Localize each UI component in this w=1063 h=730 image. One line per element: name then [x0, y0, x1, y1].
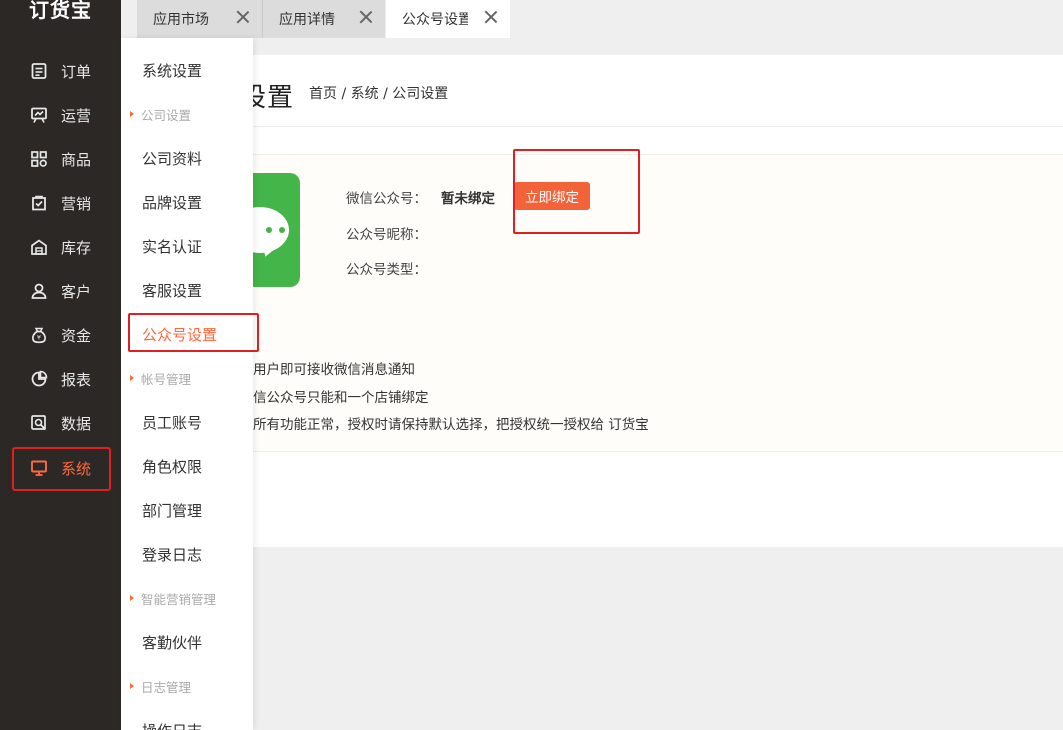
submenu-item-system-settings[interactable]: 系统设置	[121, 48, 253, 92]
close-icon[interactable]	[484, 10, 498, 24]
sidebar-item-label: 系统	[61, 459, 92, 478]
close-icon[interactable]	[236, 10, 250, 24]
sidebar-item-customer[interactable]: 客户	[0, 269, 121, 313]
breadcrumb: 首页 / 系统 / 公司设置	[309, 86, 449, 102]
sidebar-item-label: 订单	[61, 62, 92, 81]
sidebar-item-warehouse[interactable]: 库存	[0, 225, 121, 269]
sidebar-item-label: 客户	[61, 282, 92, 301]
sidebar-item-system[interactable]: 系统	[0, 446, 121, 490]
tab-label: 应用详情	[279, 12, 335, 28]
wechat-nickname-label: 公众号昵称：	[346, 227, 427, 243]
caret-right-icon	[130, 375, 134, 381]
sidebar-item-label: 数据	[61, 414, 92, 433]
caret-right-icon	[130, 111, 134, 117]
sidebar-item-operation[interactable]: 运营	[0, 93, 121, 137]
submenu-group-company: 公司设置	[121, 92, 253, 136]
sidebar-item-data[interactable]: 数据	[0, 401, 121, 445]
sidebar-item-funds[interactable]: ¥ 资金	[0, 313, 121, 357]
submenu-item-staff-account[interactable]: 员工账号	[121, 400, 253, 444]
sidebar-item-label: 报表	[61, 370, 92, 389]
monitor-icon	[30, 459, 48, 477]
submenu-item-real-name[interactable]: 实名认证	[121, 224, 253, 268]
submenu-item-brand-settings[interactable]: 品牌设置	[121, 180, 253, 224]
marketing-icon	[30, 194, 48, 212]
submenu-group-log: 日志管理	[121, 664, 253, 708]
submenu-group-smart-marketing: 智能营销管理	[121, 576, 253, 620]
money-bag-icon: ¥	[30, 326, 48, 344]
sidebar-item-order[interactable]: 订单	[0, 49, 121, 93]
wechat-binding-panel: 微信公众号： 暂未绑定 立即绑定 公众号昵称： 公众号类型： 用户即可接收微信消…	[253, 149, 1063, 452]
divider	[253, 126, 1063, 127]
note-line: 信公众号只能和一个店铺绑定	[253, 390, 429, 406]
sidebar-item-report[interactable]: 报表	[0, 357, 121, 401]
tab-app-detail[interactable]: 应用详情	[262, 0, 385, 38]
submenu-item-login-log[interactable]: 登录日志	[121, 532, 253, 576]
operation-icon	[30, 106, 48, 124]
submenu-group-account: 帐号管理	[121, 356, 253, 400]
wechat-type-label: 公众号类型：	[346, 262, 427, 278]
order-icon	[30, 62, 48, 80]
submenu-item-wechat-settings[interactable]: 公众号设置	[121, 312, 253, 356]
sidebar-item-label: 库存	[61, 238, 92, 257]
sidebar-item-label: 运营	[61, 106, 92, 125]
note-line: 所有功能正常，授权时请保持默认选择，把授权统一授权给 订货宝	[253, 417, 649, 433]
submenu-group-label: 智能营销管理	[141, 591, 217, 607]
submenu-group-label: 公司设置	[141, 107, 192, 123]
submenu-group-label: 日志管理	[141, 679, 192, 695]
system-submenu: 系统设置 公司设置 公司资料 品牌设置 实名认证 客服设置 公众号设置 帐号管理…	[121, 38, 259, 730]
submenu-item-customer-service[interactable]: 客服设置	[121, 268, 253, 312]
caret-right-icon	[130, 595, 134, 601]
submenu-item-department[interactable]: 部门管理	[121, 488, 253, 532]
app-logo: 订货宝	[29, 0, 92, 22]
data-search-icon	[30, 414, 48, 432]
submenu-item-company-profile[interactable]: 公司资料	[121, 136, 253, 180]
goods-icon	[30, 150, 48, 168]
close-icon[interactable]	[359, 10, 373, 24]
submenu-item-partner[interactable]: 客勤伙伴	[121, 620, 253, 664]
wechat-account-value: 暂未绑定	[441, 191, 495, 207]
sidebar-item-label: 商品	[61, 150, 92, 169]
sidebar-item-goods[interactable]: 商品	[0, 137, 121, 181]
tab-bar: 应用市场 应用详情 公众号设置	[121, 0, 1063, 38]
submenu-item-operation-log[interactable]: 操作日志	[121, 708, 253, 730]
caret-right-icon	[130, 683, 134, 689]
tab-app-market[interactable]: 应用市场	[137, 0, 262, 38]
tab-wechat-settings[interactable]: 公众号设置	[386, 0, 510, 38]
note-line: 用户即可接收微信消息通知	[253, 362, 415, 378]
main-content: 设置 首页 / 系统 / 公司设置 微信公众号： 暂未绑定 立即绑定 公众号昵称…	[240, 55, 1063, 547]
wechat-account-label: 微信公众号：	[346, 191, 427, 207]
svg-text:¥: ¥	[37, 334, 41, 342]
user-icon	[30, 282, 48, 300]
sidebar-item-label: 营销	[61, 194, 92, 213]
sidebar-item-label: 资金	[61, 326, 92, 345]
bind-now-button[interactable]: 立即绑定	[514, 182, 590, 210]
submenu-item-role-permission[interactable]: 角色权限	[121, 444, 253, 488]
tab-label: 公众号设置	[402, 12, 468, 28]
sidebar-item-marketing[interactable]: 营销	[0, 181, 121, 225]
main-sidebar: 订货宝 订单 运营 商品 营销 库存 客户 ¥ 资金 报表 数据 系统	[0, 0, 121, 730]
pie-chart-icon	[30, 370, 48, 388]
wechat-logo-icon	[253, 173, 300, 287]
warehouse-icon	[30, 238, 48, 256]
tab-label: 应用市场	[153, 12, 209, 28]
submenu-group-label: 帐号管理	[141, 371, 192, 387]
